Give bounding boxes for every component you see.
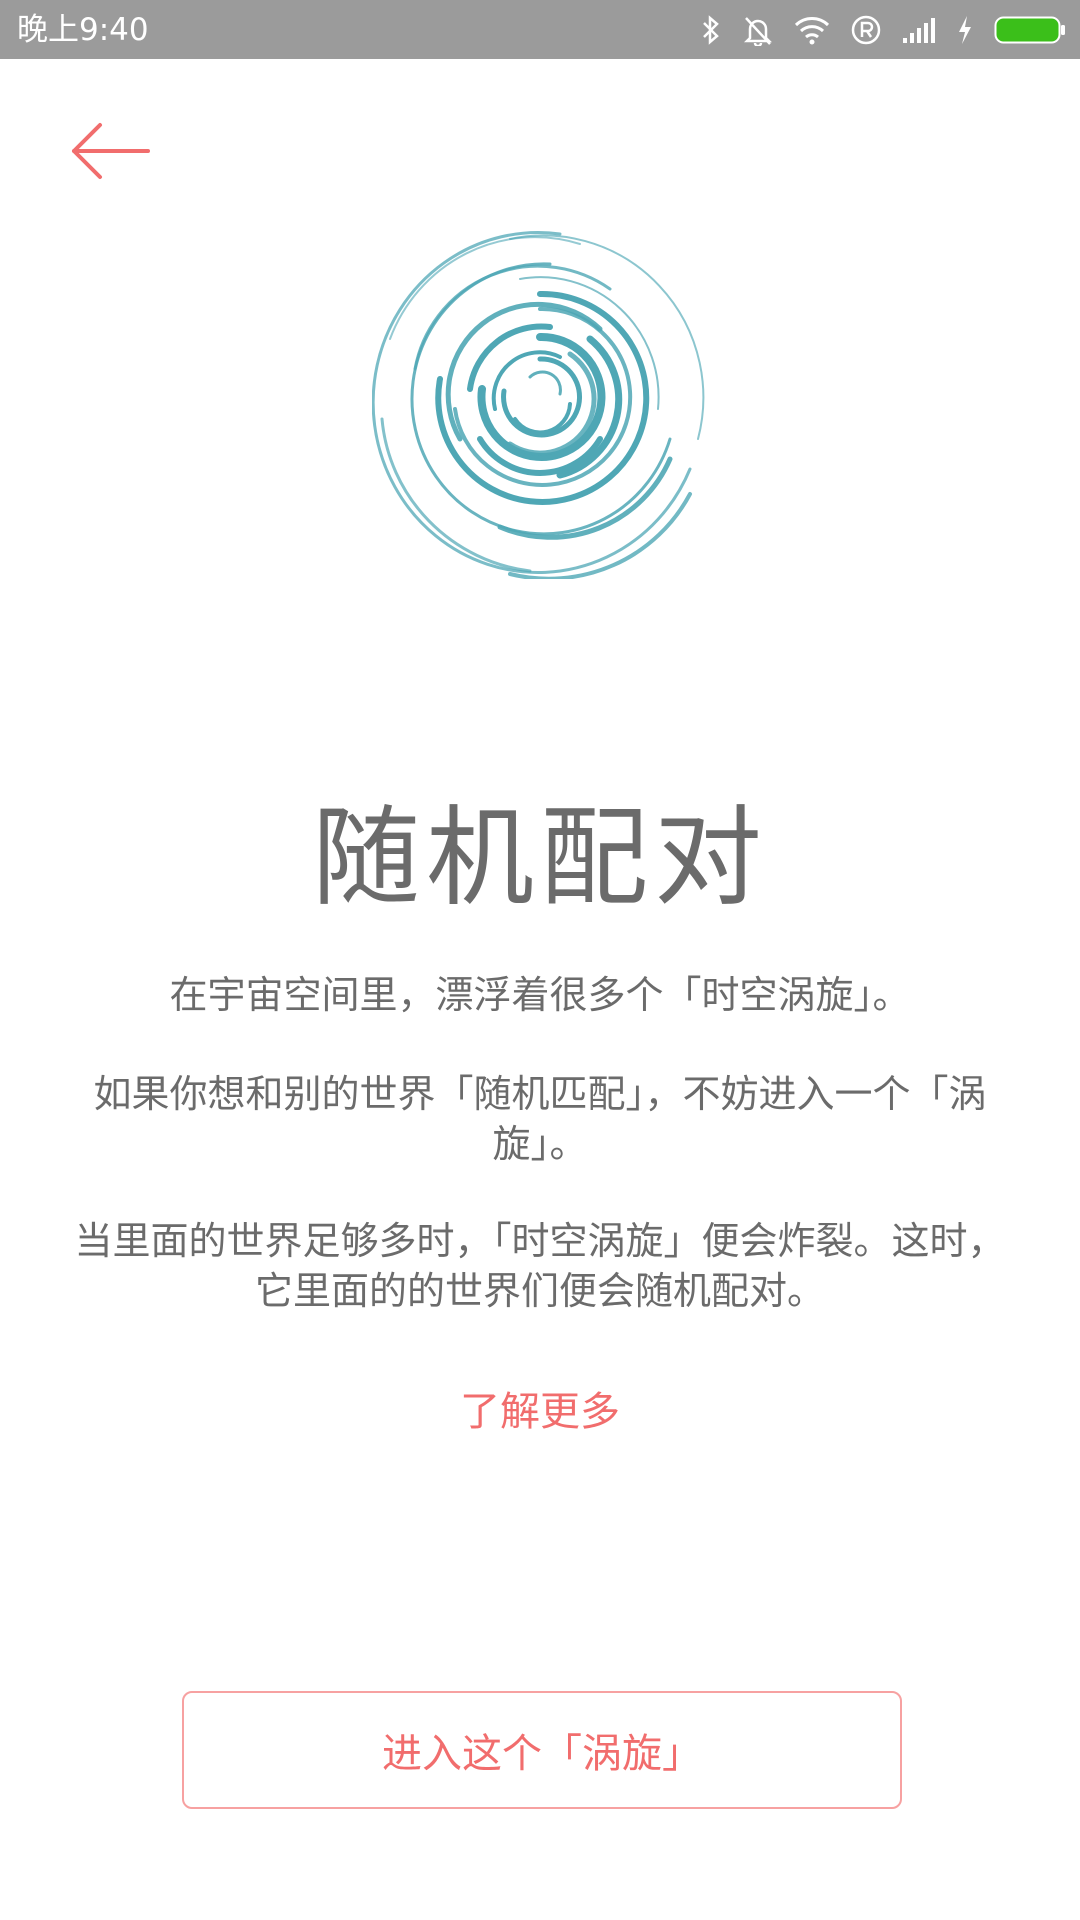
intro-paragraph-3: 当里面的世界足够多时，「时空涡旋」便会炸裂。这时，它里面的的世界们便会随机配对。 (74, 1219, 1006, 1313)
wifi-icon (794, 16, 830, 44)
enter-vortex-button[interactable]: 进入这个「涡旋」 (182, 1691, 902, 1809)
status-time: 晚上9:40 (17, 12, 149, 48)
back-button[interactable] (60, 111, 160, 191)
learn-more-link[interactable]: 了解更多 (0, 1382, 1080, 1442)
random-match-page: 随机配对 在宇宙空间里，漂浮着很多个「时空涡旋」。 如果你想和别的世界「随机匹配… (0, 59, 1080, 1920)
charging-icon (959, 15, 971, 44)
arrow-left-icon (72, 123, 150, 179)
status-bar: 晚上9:40 (0, 0, 1080, 59)
intro-paragraph-1: 在宇宙空间里，漂浮着很多个「时空涡旋」。 (169, 973, 911, 1017)
battery-icon (994, 16, 1065, 43)
status-icons (700, 0, 1066, 59)
page-title: 随机配对 (311, 796, 768, 921)
intro-paragraph-2: 如果你想和别的世界「随机匹配」，不妨进入一个「涡旋」。 (93, 1072, 987, 1166)
signal-icon (903, 17, 935, 43)
roaming-icon (851, 15, 881, 44)
alarm-off-icon (743, 16, 773, 46)
bluetooth-icon (703, 14, 719, 45)
vortex-icon (372, 231, 705, 579)
